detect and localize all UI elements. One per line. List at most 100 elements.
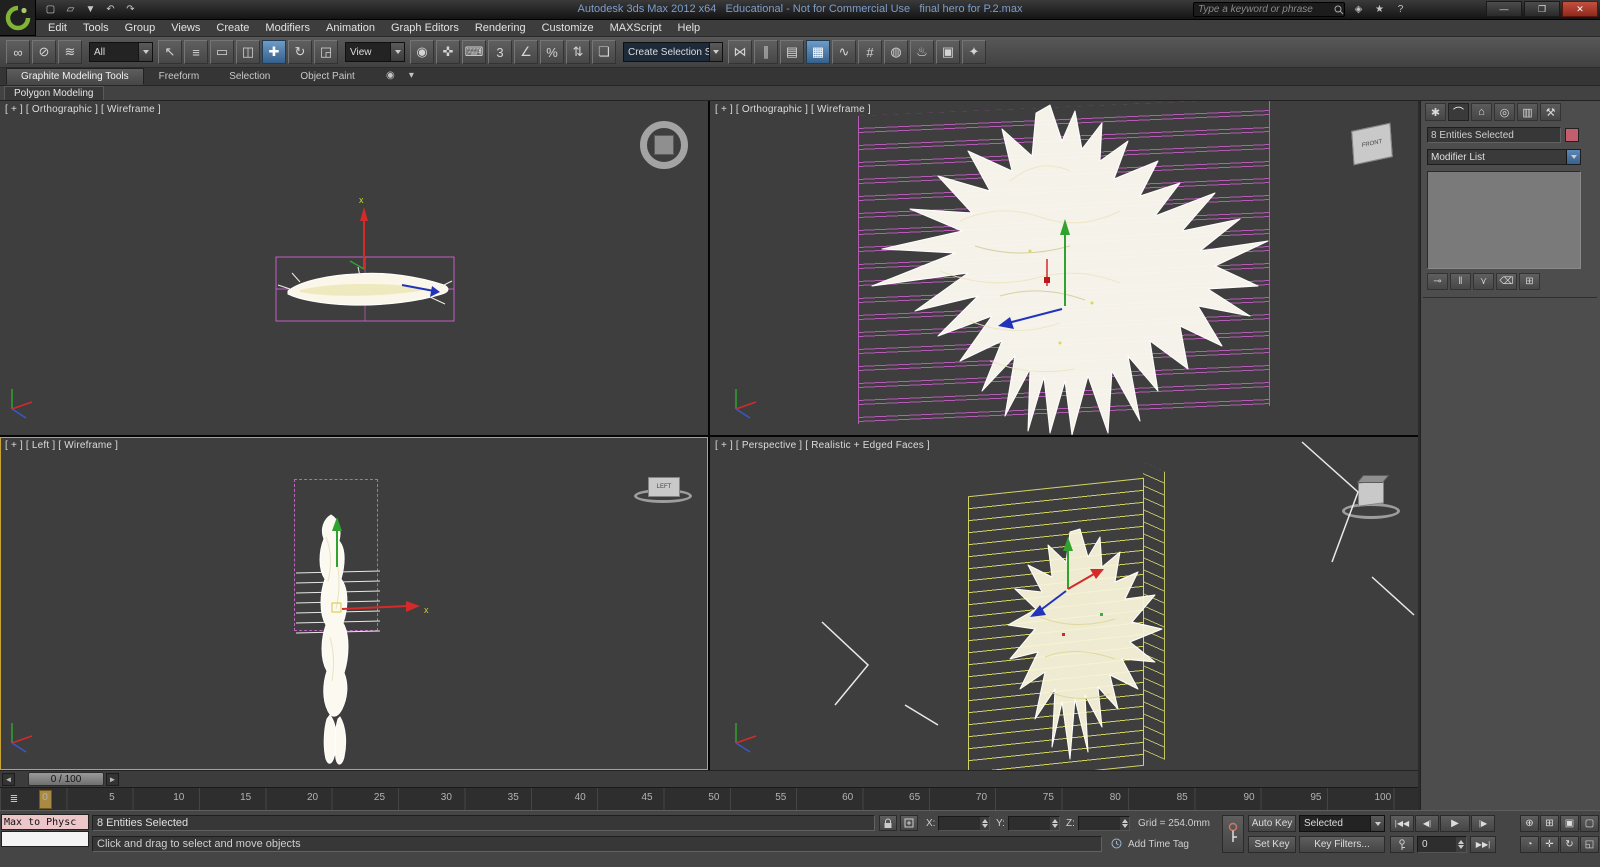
field-of-view-icon[interactable]: ◔ [1520, 836, 1539, 853]
time-slider-handle[interactable]: 0 / 100 [28, 772, 104, 786]
dropdown-arrow-icon[interactable] [1566, 150, 1580, 164]
ribbon-display-options-icon[interactable]: ◉ [382, 68, 399, 83]
undo-icon[interactable]: ↶ [102, 2, 119, 17]
percent-snap-icon[interactable]: % [540, 40, 564, 64]
curve-editor-icon[interactable]: ∿ [832, 40, 856, 64]
favorites-star-icon[interactable]: ★ [1371, 2, 1388, 17]
viewport-bottom-left-left[interactable]: [ + ] [ Left ] [ Wireframe ] x LEFT [0, 437, 708, 770]
zoom-extents-icon[interactable]: ▣ [1560, 815, 1579, 832]
viewport-label[interactable]: [ + ] [ Orthographic ] [ Wireframe ] [715, 104, 871, 115]
window-crossing-icon[interactable]: ◫ [236, 40, 260, 64]
key-filters-button[interactable]: Key Filters... [1299, 836, 1385, 853]
edit-named-selection-sets-icon[interactable]: ❏ [592, 40, 616, 64]
maximize-viewport-toggle-icon[interactable]: ◱ [1580, 836, 1599, 853]
z-coordinate-field[interactable] [1078, 816, 1130, 831]
select-and-rotate-icon[interactable]: ↻ [288, 40, 312, 64]
dropdown-arrow-icon[interactable] [709, 43, 722, 61]
spinner-icon[interactable] [980, 817, 989, 830]
spinner-icon[interactable] [1456, 837, 1466, 852]
menu-group[interactable]: Group [117, 20, 164, 37]
rectangular-selection-icon[interactable]: ▭ [210, 40, 234, 64]
communication-center-icon[interactable]: ◈ [1350, 2, 1367, 17]
angle-snap-icon[interactable]: ∠ [514, 40, 538, 64]
create-tab-icon[interactable]: ✱ [1425, 103, 1446, 121]
reference-coordinate-dropdown[interactable]: View [345, 42, 405, 62]
ribbon-tab-freeform[interactable]: Freeform [144, 68, 215, 85]
object-name-field[interactable]: 8 Entities Selected [1427, 127, 1561, 143]
select-and-move-icon[interactable]: ✚ [262, 40, 286, 64]
display-tab-icon[interactable]: ▥ [1517, 103, 1538, 121]
modifier-stack[interactable] [1427, 171, 1581, 269]
bind-to-spacewarp-icon[interactable]: ≋ [58, 40, 82, 64]
y-coordinate-field[interactable] [1008, 816, 1060, 831]
open-file-icon[interactable]: ▱ [62, 2, 79, 17]
dropdown-arrow-icon[interactable] [1370, 816, 1384, 831]
set-key-button[interactable]: Set Key [1248, 836, 1296, 853]
key-mode-toggle[interactable] [1390, 836, 1414, 853]
key-selection-dropdown[interactable]: Selected [1299, 815, 1385, 832]
select-object-icon[interactable]: ↖ [158, 40, 182, 64]
object-color-swatch[interactable] [1565, 128, 1579, 142]
close-button[interactable]: ✕ [1562, 1, 1598, 17]
zoom-all-icon[interactable]: ⊞ [1540, 815, 1559, 832]
mirror-icon[interactable]: ⋈ [728, 40, 752, 64]
named-selection-dropdown[interactable]: Create Selection Se [623, 42, 723, 62]
viewport-label[interactable]: [ + ] [ Left ] [ Wireframe ] [5, 440, 118, 451]
add-time-tag[interactable]: Add Time Tag [1128, 839, 1189, 850]
menu-modifiers[interactable]: Modifiers [257, 20, 318, 37]
rendered-frame-window-icon[interactable]: ▣ [936, 40, 960, 64]
orbit-icon[interactable]: ↻ [1560, 836, 1579, 853]
render-production-icon[interactable]: ✦ [962, 40, 986, 64]
remove-modifier-icon[interactable]: ⌫ [1496, 273, 1517, 290]
set-keys-button[interactable] [1222, 815, 1244, 853]
align-icon[interactable]: ∥ [754, 40, 778, 64]
use-pivot-point-center-icon[interactable]: ◉ [410, 40, 434, 64]
modifier-list-dropdown[interactable]: Modifier List [1427, 149, 1581, 165]
ribbon-minimize-icon[interactable]: ▾ [403, 68, 420, 83]
configure-modifier-sets-icon[interactable]: ⊞ [1519, 273, 1540, 290]
selection-lock-toggle[interactable] [879, 815, 897, 831]
hierarchy-tab-icon[interactable]: ⌂ [1471, 103, 1492, 121]
graphite-ribbon-toggle-icon[interactable]: ▦ [806, 40, 830, 64]
spinner-icon[interactable] [1120, 817, 1129, 830]
menu-views[interactable]: Views [163, 20, 208, 37]
redo-icon[interactable]: ↷ [122, 2, 139, 17]
pan-view-icon[interactable]: ✛ [1540, 836, 1559, 853]
absolute-mode-toggle[interactable] [900, 815, 918, 831]
select-and-link-icon[interactable]: ∞ [6, 40, 30, 64]
open-mini-curve-editor-icon[interactable]: ≣ [2, 790, 26, 808]
viewport-top-right-orthographic[interactable]: [ + ] [ Orthographic ] [ Wireframe ] FRO… [710, 101, 1418, 435]
render-setup-icon[interactable]: ♨ [910, 40, 934, 64]
select-and-scale-icon[interactable]: ◲ [314, 40, 338, 64]
ribbon-tab-graphite[interactable]: Graphite Modeling Tools [6, 68, 144, 85]
3dsmax-logo[interactable] [0, 0, 36, 36]
help-icon[interactable]: ? [1392, 2, 1409, 17]
schematic-view-icon[interactable]: # [858, 40, 882, 64]
menu-animation[interactable]: Animation [318, 20, 383, 37]
viewport-top-left-orthographic[interactable]: [ + ] [ Orthographic ] [ Wireframe ] x [0, 101, 708, 435]
current-frame-field[interactable]: 0 [1417, 836, 1467, 853]
previous-frame-icon[interactable]: ◀| [1415, 815, 1439, 832]
new-scene-icon[interactable]: ▢ [42, 2, 59, 17]
menu-graph-editors[interactable]: Graph Editors [383, 20, 467, 37]
maximize-button[interactable]: ❐ [1524, 1, 1560, 17]
ribbon-tab-selection[interactable]: Selection [214, 68, 285, 85]
motion-tab-icon[interactable]: ◎ [1494, 103, 1515, 121]
time-slider-prev-icon[interactable]: ◄ [2, 773, 15, 786]
track-bar[interactable]: ≣ 0 5 10 15 20 25 30 35 40 45 50 55 60 65 70 75 80 85 90 95… [0, 787, 1418, 810]
menu-tools[interactable]: Tools [75, 20, 117, 37]
auto-key-button[interactable]: Auto Key [1248, 815, 1296, 832]
spinner-snap-icon[interactable]: ⇅ [566, 40, 590, 64]
save-file-icon[interactable]: ▼ [82, 2, 99, 17]
dropdown-arrow-icon[interactable] [390, 43, 404, 61]
utilities-tab-icon[interactable]: ⚒ [1540, 103, 1561, 121]
search-input[interactable] [1194, 4, 1334, 15]
go-to-start-icon[interactable]: |◀◀ [1390, 815, 1414, 832]
show-end-result-icon[interactable]: ‖ [1450, 273, 1471, 290]
ribbon-tab-object-paint[interactable]: Object Paint [285, 68, 369, 85]
make-unique-icon[interactable]: ⋎ [1473, 273, 1494, 290]
menu-customize[interactable]: Customize [534, 20, 602, 37]
search-icon[interactable] [1334, 2, 1344, 17]
menu-edit[interactable]: Edit [40, 20, 75, 37]
ribbon-panel-polygon-modeling[interactable]: Polygon Modeling [4, 86, 104, 100]
